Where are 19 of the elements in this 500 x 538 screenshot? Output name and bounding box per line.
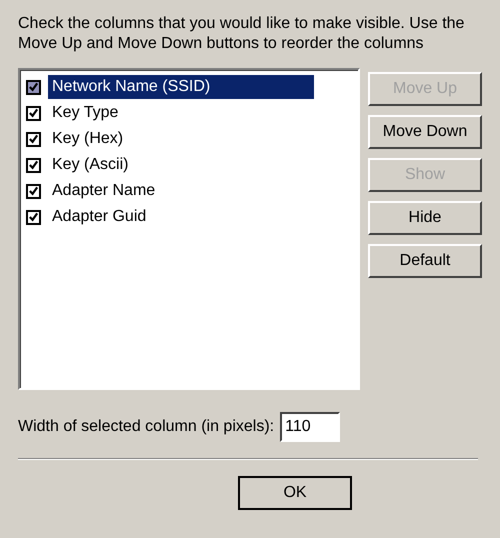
side-button[interactable]: Move Down	[368, 115, 482, 149]
list-item[interactable]: Key Type	[48, 101, 122, 125]
checkbox[interactable]	[26, 80, 41, 94]
checkbox[interactable]	[26, 158, 41, 172]
side-button[interactable]: Default	[368, 244, 482, 278]
instructions-text: Check the columns that you would like to make visible. Use the Move Up and Move Down buttons to reorder the columns	[18, 14, 466, 54]
side-button[interactable]: Hide	[368, 201, 482, 235]
width-label: Width of selected column (in pixels):	[18, 418, 274, 436]
list-item[interactable]: Adapter Name	[48, 179, 160, 203]
checkbox[interactable]	[26, 106, 41, 120]
list-item[interactable]: Network Name (SSID)	[48, 75, 314, 99]
ok-button[interactable]: OK	[238, 476, 352, 510]
list-item[interactable]: Key (Ascii)	[48, 153, 132, 177]
checkbox[interactable]	[26, 132, 41, 146]
list-item[interactable]: Key (Hex)	[48, 127, 128, 151]
width-field[interactable]: 110	[280, 412, 340, 442]
checkbox[interactable]	[26, 210, 41, 224]
checkbox[interactable]	[26, 184, 41, 198]
list-item[interactable]: Adapter Guid	[48, 205, 150, 229]
